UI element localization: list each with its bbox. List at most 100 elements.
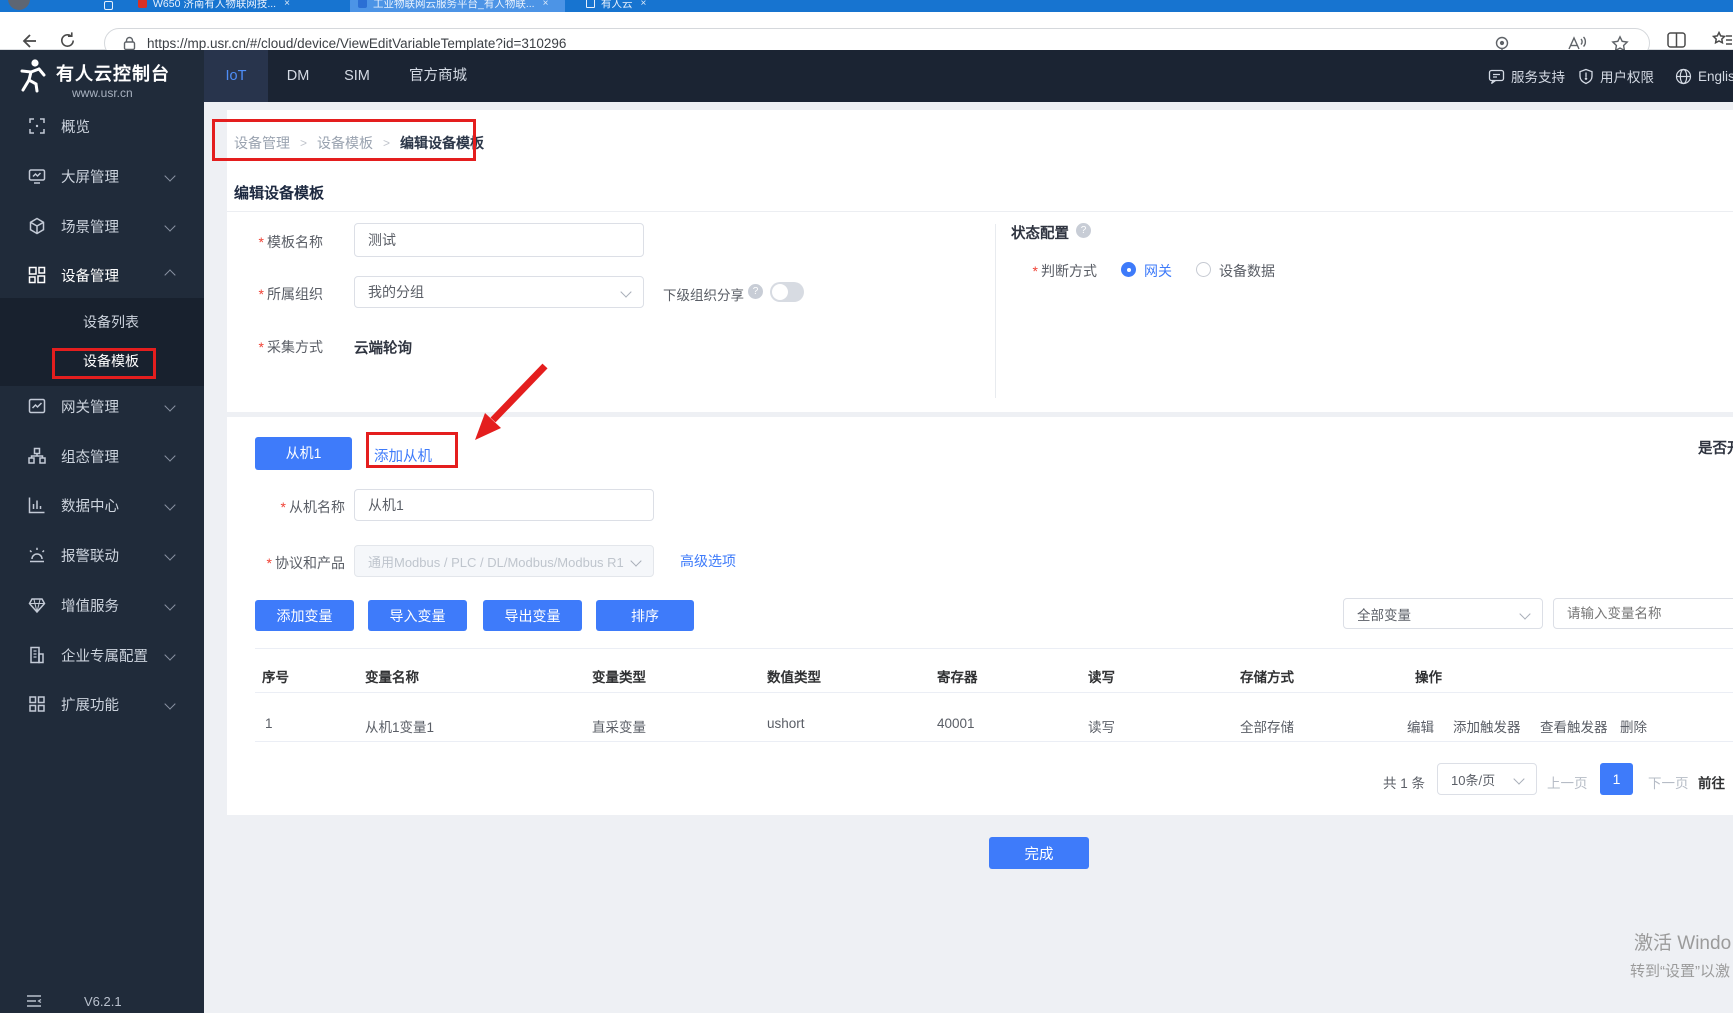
row-action-delete[interactable]: 删除: [1620, 716, 1647, 736]
back-icon[interactable]: [18, 31, 38, 51]
required-mark: *: [258, 286, 264, 302]
nav-tab-iot[interactable]: IoT: [204, 50, 268, 102]
sidebar-item-data-center[interactable]: 数据中心: [0, 485, 204, 525]
sidebar-item-alarm-link[interactable]: 报警联动: [0, 535, 204, 575]
row-action-edit[interactable]: 编辑: [1407, 716, 1434, 736]
sidebar-item-scada-mgmt[interactable]: 组态管理: [0, 436, 204, 476]
windows-activation-watermark-line2: 转到“设置”以激: [1630, 963, 1730, 980]
breadcrumb-device-mgmt[interactable]: 设备管理: [234, 133, 290, 153]
sidebar-item-value-services[interactable]: 增值服务: [0, 585, 204, 625]
pagination-next[interactable]: 下一页: [1648, 772, 1689, 792]
share-toggle[interactable]: [770, 282, 804, 302]
col-header-seq: 序号: [262, 670, 289, 685]
collect-value: 云端轮询: [354, 341, 412, 357]
table-border: [255, 741, 1733, 742]
favorites-bar-icon[interactable]: [1712, 30, 1733, 50]
sidebar-item-device-list[interactable]: 设备列表: [83, 302, 204, 342]
browser-tab-title: 有人云: [601, 0, 633, 10]
share-help-icon[interactable]: ?: [748, 284, 763, 299]
pagination-page-1[interactable]: 1: [1600, 763, 1633, 795]
template-name-input[interactable]: [354, 223, 644, 257]
slave-config-card: 从机1 添加从机 是否开启多 *从机名称 *协议和产品 通用Modbus / P…: [227, 417, 1733, 815]
sort-button[interactable]: 排序: [596, 600, 694, 631]
browser-profile-avatar[interactable]: [8, 0, 30, 10]
nav-language[interactable]: English: [1675, 50, 1733, 102]
lock-icon[interactable]: [123, 36, 136, 51]
required-mark: *: [258, 339, 264, 355]
breadcrumb-device-template[interactable]: 设备模板: [317, 133, 373, 153]
variable-filter-select[interactable]: 全部变量: [1343, 598, 1543, 629]
required-mark: *: [280, 499, 286, 515]
multi-toggle-label: 是否开启多: [1698, 441, 1733, 457]
slave-tab[interactable]: 从机1: [255, 437, 352, 470]
version-row: V6.2.1: [0, 988, 204, 1013]
nav-tab-shop[interactable]: 官方商城: [398, 50, 478, 102]
radio-gateway[interactable]: [1121, 262, 1136, 277]
tab-close-icon[interactable]: ×: [641, 0, 647, 9]
tab-close-icon[interactable]: ×: [284, 0, 290, 9]
sidebar-item-device-template[interactable]: 设备模板: [83, 341, 204, 381]
page-size-value: 10条/页: [1451, 772, 1496, 788]
nav-tab-dm[interactable]: DM: [276, 50, 320, 102]
tab-close-icon[interactable]: ×: [543, 0, 549, 9]
sidebar-item-overview[interactable]: 概览: [0, 106, 204, 146]
org-select[interactable]: 我的分组: [354, 276, 644, 308]
finish-button[interactable]: 完成: [989, 837, 1089, 869]
nav-tab-sim[interactable]: SIM: [334, 50, 380, 102]
export-variable-button[interactable]: 导出变量: [483, 600, 582, 631]
gem-icon: [28, 598, 46, 614]
radio-device-data[interactable]: [1196, 262, 1211, 277]
row-action-add-trigger[interactable]: 添加触发器: [1453, 716, 1521, 736]
browser-tab[interactable]: W650 济南有人物联网技... ×: [130, 0, 343, 12]
radio-dot: [1126, 267, 1131, 272]
add-slave-button[interactable]: 添加从机: [374, 445, 432, 466]
browser-tab-strip: W650 济南有人物联网技... × 工业物联网云服务平台_有人物联... × …: [0, 0, 1733, 12]
sidebar-item-scene-mgmt[interactable]: 场景管理: [0, 206, 204, 246]
chevron-down-icon: [164, 170, 176, 182]
scada-icon: [28, 447, 46, 464]
alarm-icon: [29, 547, 45, 563]
chevron-down-icon: [164, 549, 176, 561]
table-border: [255, 692, 1733, 693]
chevron-down-icon: [164, 499, 176, 511]
sidebar-item-label: 大屏管理: [61, 169, 119, 186]
browser-tab-active[interactable]: 工业物联网云服务平台_有人物联... ×: [350, 0, 565, 12]
browser-tab[interactable]: 有人云 ×: [578, 0, 788, 12]
browser-toolbar: https://mp.usr.cn/#/cloud/device/ViewEdi…: [0, 12, 1733, 58]
cell-storage: 全部存储: [1240, 720, 1294, 735]
collapse-icon[interactable]: [26, 994, 42, 1008]
refresh-icon[interactable]: [58, 31, 77, 50]
sidebar-item-screen-mgmt[interactable]: 大屏管理: [0, 156, 204, 196]
usr-logo-icon: [20, 59, 46, 93]
slave-name-input[interactable]: [354, 489, 654, 521]
divider: [995, 224, 996, 398]
url-text[interactable]: https://mp.usr.cn/#/cloud/device/ViewEdi…: [147, 36, 566, 51]
sidebar-item-gateway-mgmt[interactable]: 网关管理: [0, 386, 204, 426]
nav-service-support[interactable]: 服务支持: [1488, 50, 1565, 102]
split-screen-icon[interactable]: [1666, 30, 1687, 50]
globe-icon: [1675, 68, 1692, 84]
page-size-select[interactable]: 10条/页: [1437, 763, 1537, 795]
collect-label: * 采集方式: [258, 339, 323, 355]
protocol-select-value: 通用Modbus / PLC / DL/Modbus/Modbus R1: [368, 554, 624, 570]
radio-gateway-label[interactable]: 网关: [1144, 261, 1172, 281]
variable-search-input[interactable]: [1553, 598, 1733, 629]
row-action-view-trigger[interactable]: 查看触发器: [1540, 716, 1608, 736]
tab-favicon: [358, 0, 367, 8]
grid-icon: [29, 696, 45, 712]
toggle-knob: [772, 284, 788, 300]
radio-device-data-label[interactable]: 设备数据: [1219, 261, 1275, 281]
import-variable-button[interactable]: 导入变量: [368, 600, 467, 631]
sidebar-item-extensions[interactable]: 扩展功能: [0, 684, 204, 724]
brand-title: 有人云控制台: [56, 64, 170, 84]
nav-user-rights[interactable]: 用户权限: [1578, 50, 1654, 102]
status-help-icon[interactable]: ?: [1076, 223, 1091, 238]
breadcrumb: 设备管理 > 设备模板 > 编辑设备模板: [234, 133, 484, 153]
add-variable-button[interactable]: 添加变量: [255, 600, 354, 631]
browser-workspaces-icon[interactable]: [104, 1, 113, 10]
advanced-options-link[interactable]: 高级选项: [680, 551, 736, 571]
sidebar-item-enterprise-config[interactable]: 企业专属配置: [0, 635, 204, 675]
chevron-down-icon: [1513, 773, 1525, 785]
sidebar-item-device-mgmt[interactable]: 设备管理: [0, 255, 204, 295]
pagination-prev[interactable]: 上一页: [1547, 772, 1588, 792]
